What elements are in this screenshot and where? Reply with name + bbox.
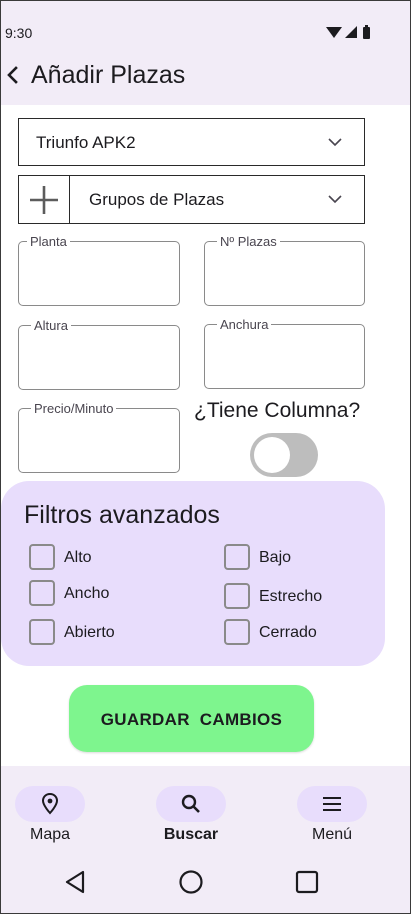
parking-select-value: Triunfo APK2 [36,133,136,152]
chevron-left-icon[interactable] [3,65,23,85]
advanced-filters-panel: Filtros avanzados Alto Bajo Ancho Estrec… [1,481,385,666]
nav-indicator [156,786,226,822]
filters-title: Filtros avanzados [24,501,220,529]
nav-indicator [297,786,367,822]
nav-label: Buscar [163,826,219,843]
checkbox[interactable] [29,580,55,606]
page-title: Añadir Plazas [31,61,186,89]
anchura-label: Anchura [217,317,272,332]
nav-item-menu[interactable]: Menú [297,786,367,848]
filter-cerrado[interactable]: Cerrado [224,619,374,647]
save-button-label: GUARDAR CAMBIOS [100,710,283,729]
system-back-icon[interactable] [61,867,91,897]
group-select[interactable]: Grupos de Plazas [69,175,365,224]
nav-indicator [15,786,85,822]
planta-label: Planta [27,234,70,249]
column-toggle[interactable] [250,433,318,477]
precio-minuto-input[interactable] [29,427,169,453]
checkbox[interactable] [224,544,250,570]
toggle-knob [254,437,290,473]
parking-select[interactable]: Triunfo APK2 [18,118,365,166]
planta-input[interactable] [29,260,169,286]
filter-alto[interactable]: Alto [29,544,189,572]
filter-estrecho[interactable]: Estrecho [224,583,374,611]
group-select-value: Grupos de Plazas [89,190,225,209]
nav-item-mapa[interactable]: Mapa [15,786,85,848]
wifi-icon [326,27,342,38]
status-icons [326,25,370,39]
filter-label: Bajo [259,549,292,566]
filter-abierto[interactable]: Abierto [29,619,189,647]
system-home-icon[interactable] [176,867,206,897]
nav-label: Menú [311,826,353,843]
app-bar: Añadir Plazas [1,57,410,105]
filter-label: Ancho [64,585,110,602]
checkbox[interactable] [29,619,55,645]
app-screen: 9:30 Añadir Plazas Triunfo APK2 Grupos d… [0,0,411,914]
add-group-button[interactable] [18,175,70,224]
checkbox[interactable] [29,544,55,570]
filter-label: Cerrado [259,624,317,641]
chevron-down-icon [328,195,342,204]
filter-bajo[interactable]: Bajo [224,544,374,572]
status-time: 9:30 [5,25,33,41]
filter-label: Alto [64,549,92,566]
system-navigation-bar [1,857,410,913]
altura-field[interactable]: Altura [18,318,180,390]
altura-input[interactable] [29,344,169,370]
location-pin-icon [41,792,59,815]
nav-label: Mapa [29,826,71,843]
anchura-input[interactable] [215,343,354,369]
filter-label: Abierto [64,624,115,641]
filter-label: Estrecho [259,588,323,605]
altura-label: Altura [31,318,71,333]
hamburger-menu-icon [323,797,341,811]
precio-minuto-field[interactable]: Precio/Minuto [18,401,180,473]
filter-ancho[interactable]: Ancho [29,580,189,608]
checkbox[interactable] [224,619,250,645]
search-icon [181,794,200,813]
num-plazas-input[interactable] [215,260,354,286]
save-changes-button[interactable]: GUARDAR CAMBIOS [69,685,314,752]
system-recents-icon[interactable] [292,867,322,897]
column-toggle-label: ¿Tiene Columna? [194,399,361,422]
plus-icon [30,186,58,214]
num-plazas-label: Nº Plazas [217,234,280,249]
planta-field[interactable]: Planta [18,234,180,306]
checkbox[interactable] [224,583,250,609]
num-plazas-field[interactable]: Nº Plazas [204,234,365,306]
battery-icon [363,27,370,39]
anchura-field[interactable]: Anchura [204,317,365,389]
signal-icon [345,26,357,38]
bottom-navigation: Mapa Buscar Menú [1,766,410,857]
chevron-down-icon [328,138,342,147]
status-bar: 9:30 [1,1,410,57]
nav-item-buscar[interactable]: Buscar [156,786,226,848]
precio-minuto-label: Precio/Minuto [31,401,117,416]
